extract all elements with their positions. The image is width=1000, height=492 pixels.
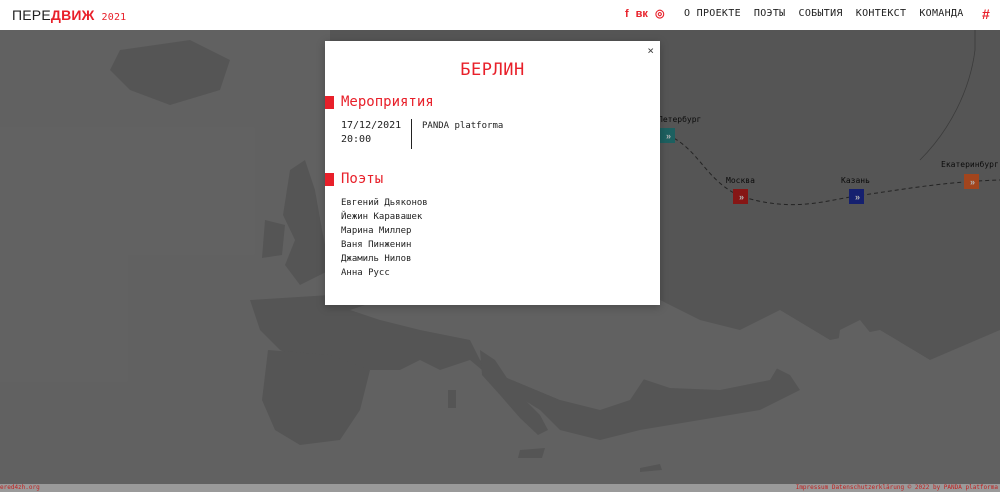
footer-links[interactable]: Impressum Datenschutzerklärung © 2022 by… <box>796 484 998 492</box>
close-icon[interactable]: × <box>647 44 654 57</box>
nav-poets[interactable]: ПОЭТЫ <box>754 8 786 19</box>
poets-heading-text: Поэты <box>341 171 384 187</box>
heading-marker <box>325 172 334 186</box>
poet-link[interactable]: Йежин Каравашек <box>341 210 428 224</box>
poet-link[interactable]: Анна Русс <box>341 266 428 280</box>
hashtag-icon[interactable]: # <box>982 6 990 22</box>
event-time: 20:00 <box>341 134 372 145</box>
social-links: f вк ◎ <box>625 8 665 20</box>
events-heading-text: Мероприятия <box>341 94 434 110</box>
site-logo[interactable]: ПЕРЕДВИЖ 2021 <box>12 7 126 23</box>
city-modal: × БЕРЛИН Мероприятия 17/12/2021 20:00 PA… <box>325 41 660 305</box>
nav-team[interactable]: КОМАНДА <box>919 8 963 19</box>
heading-marker <box>325 95 334 109</box>
poet-link[interactable]: Евгений Дьяконов <box>341 196 428 210</box>
facebook-icon[interactable]: f <box>625 8 629 20</box>
main-nav: О ПРОЕКТЕ ПОЭТЫ СОБЫТИЯ КОНТЕКСТ КОМАНДА <box>684 8 964 19</box>
event-date: 17/12/2021 <box>341 120 402 131</box>
poets-list: Евгений Дьяконов Йежин Каравашек Марина … <box>341 196 428 280</box>
logo-text-pre: ПЕРЕ <box>12 7 51 23</box>
poet-link[interactable]: Ваня Пинженин <box>341 238 428 252</box>
events-heading: Мероприятия <box>325 94 434 110</box>
logo-text-accent: ДВИЖ <box>50 7 95 23</box>
poet-link[interactable]: Джамиль Нилов <box>341 252 428 266</box>
nav-about[interactable]: О ПРОЕКТЕ <box>684 8 741 19</box>
nav-context[interactable]: КОНТЕКСТ <box>856 8 907 19</box>
site-footer: ered4zh.org Impressum Datenschutzerkläru… <box>0 484 1000 492</box>
event-item[interactable]: 17/12/2021 20:00 PANDA platforma <box>341 119 503 149</box>
event-datetime: 17/12/2021 20:00 <box>341 119 412 149</box>
logo-year: 2021 <box>101 12 127 23</box>
vk-icon[interactable]: вк <box>636 8 648 20</box>
instagram-icon[interactable]: ◎ <box>655 8 665 20</box>
poets-heading: Поэты <box>325 171 383 187</box>
nav-events[interactable]: СОБЫТИЯ <box>799 8 843 19</box>
modal-title: БЕРЛИН <box>460 60 525 80</box>
footer-domain[interactable]: ered4zh.org <box>0 484 40 492</box>
event-title[interactable]: PANDA platforma <box>412 119 503 149</box>
site-header: ПЕРЕДВИЖ 2021 f вк ◎ О ПРОЕКТЕ ПОЭТЫ СОБЫ… <box>0 0 1000 30</box>
poet-link[interactable]: Марина Миллер <box>341 224 428 238</box>
